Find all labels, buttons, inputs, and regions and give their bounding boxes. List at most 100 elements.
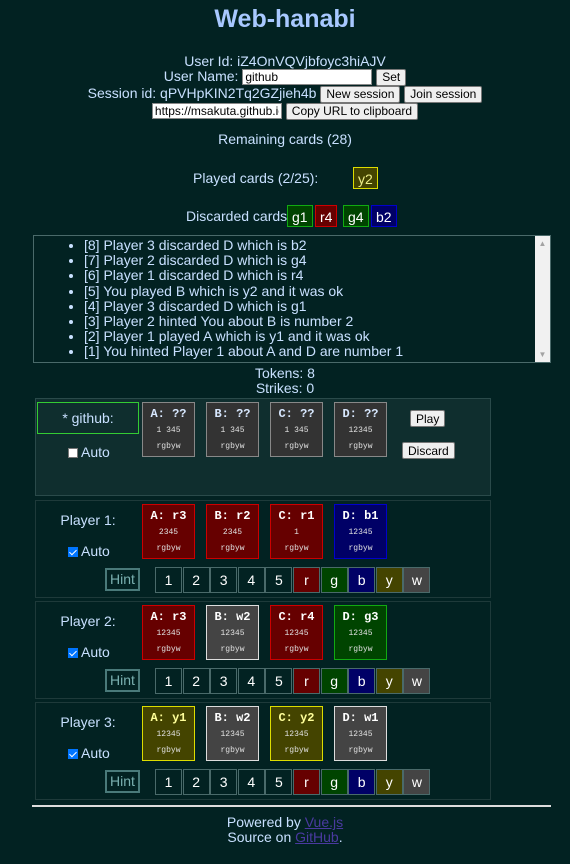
played-card: y2 bbox=[353, 167, 378, 189]
hand-card[interactable]: A: y1 12345 rgbyw bbox=[142, 706, 195, 761]
hint-key-b[interactable]: b bbox=[348, 567, 376, 593]
play-button[interactable]: Play bbox=[410, 410, 446, 427]
card-possible-numbers: 12345 bbox=[220, 629, 245, 638]
hint-key-2[interactable]: 2 bbox=[182, 668, 210, 694]
auto-checkbox[interactable] bbox=[68, 448, 78, 458]
scroll-down-icon[interactable]: ▼ bbox=[535, 347, 550, 362]
auto-checkbox[interactable] bbox=[68, 547, 78, 557]
auto-checkbox[interactable] bbox=[68, 749, 78, 759]
hint-key-y[interactable]: y bbox=[375, 567, 403, 593]
card-title: B: ?? bbox=[214, 407, 251, 421]
card-possible-numbers: 1 345 bbox=[220, 426, 245, 435]
log-entry: [8] Player 3 discarded D which is b2 bbox=[84, 237, 550, 253]
hint-key-1[interactable]: 1 bbox=[155, 769, 182, 795]
hint-button[interactable]: Hint bbox=[105, 770, 140, 793]
hint-key-r[interactable]: r bbox=[293, 769, 320, 795]
set-name-button[interactable]: Set bbox=[376, 68, 407, 86]
game-log-list: [8] Player 3 discarded D which is b2[7] … bbox=[34, 237, 550, 360]
auto-toggle[interactable]: Auto bbox=[68, 543, 110, 559]
hint-key-4[interactable]: 4 bbox=[237, 769, 265, 795]
card-possible-numbers: 12345 bbox=[348, 629, 373, 638]
join-session-button[interactable]: Join session bbox=[404, 85, 483, 103]
user-name-input[interactable] bbox=[242, 69, 373, 86]
hint-button[interactable]: Hint bbox=[105, 669, 140, 692]
powered-prefix: Powered by bbox=[226, 814, 305, 830]
vuejs-link[interactable]: Vue.js bbox=[305, 814, 343, 830]
card-possible-numbers: 12345 bbox=[284, 629, 309, 638]
hand-card[interactable]: D: b1 12345 rgbyw bbox=[334, 504, 387, 559]
hint-key-2[interactable]: 2 bbox=[182, 769, 210, 795]
card-possible-colors: rgbyw bbox=[220, 442, 245, 451]
hint-key-b[interactable]: b bbox=[348, 769, 376, 795]
hint-key-5[interactable]: 5 bbox=[265, 668, 293, 694]
hint-key-5[interactable]: 5 bbox=[265, 567, 293, 593]
scroll-up-icon[interactable]: ▲ bbox=[535, 236, 550, 251]
hint-button[interactable]: Hint bbox=[105, 568, 140, 591]
hint-key-w[interactable]: w bbox=[403, 668, 431, 694]
hand-card[interactable]: D: w1 12345 rgbyw bbox=[334, 706, 387, 761]
hand-card[interactable]: D: g3 12345 rgbyw bbox=[334, 605, 387, 660]
hint-key-5[interactable]: 5 bbox=[265, 769, 293, 795]
discarded-cards-label: Discarded cards: bbox=[186, 208, 292, 224]
card-possible-numbers: 12345 bbox=[284, 730, 309, 739]
source-on: Source on GitHub. bbox=[0, 829, 570, 846]
session-url-input[interactable] bbox=[151, 103, 282, 120]
hint-key-y[interactable]: y bbox=[375, 668, 403, 694]
card-title: D: w1 bbox=[342, 711, 379, 725]
hint-key-g[interactable]: g bbox=[320, 769, 348, 795]
hint-key-r[interactable]: r bbox=[293, 668, 320, 694]
hint-key-g[interactable]: g bbox=[320, 668, 348, 694]
card-possible-colors: rgbyw bbox=[348, 645, 373, 654]
auto-label: Auto bbox=[81, 543, 110, 559]
game-log[interactable]: [8] Player 3 discarded D which is b2[7] … bbox=[33, 235, 551, 363]
hint-key-3[interactable]: 3 bbox=[210, 567, 238, 593]
hand-card[interactable]: A: r3 12345 rgbyw bbox=[142, 605, 195, 660]
hand-card[interactable]: C: ?? 1 345 rgbyw bbox=[270, 402, 323, 457]
auto-toggle[interactable]: Auto bbox=[68, 644, 110, 660]
hint-key-3[interactable]: 3 bbox=[210, 769, 238, 795]
hint-key-w[interactable]: w bbox=[403, 567, 431, 593]
card-title: A: r3 bbox=[150, 610, 187, 624]
github-link[interactable]: GitHub bbox=[295, 829, 339, 845]
my-auto-toggle[interactable]: Auto bbox=[68, 444, 110, 460]
discard-button[interactable]: Discard bbox=[402, 442, 455, 459]
hand-card[interactable]: A: ?? 1 345 rgbyw bbox=[142, 402, 195, 457]
log-entry: [5] You played B which is y2 and it was … bbox=[84, 283, 550, 299]
hint-key-4[interactable]: 4 bbox=[237, 567, 265, 593]
hand-card[interactable]: B: w2 12345 rgbyw bbox=[206, 605, 259, 660]
hand-card[interactable]: C: r1 1 rgbyw bbox=[270, 504, 323, 559]
hint-key-3[interactable]: 3 bbox=[210, 668, 238, 694]
auto-toggle[interactable]: Auto bbox=[68, 745, 110, 761]
my-player-name[interactable]: * github: bbox=[37, 402, 139, 434]
hand-card[interactable]: C: y2 12345 rgbyw bbox=[270, 706, 323, 761]
hand-card[interactable]: B: r2 2345 rgbyw bbox=[206, 504, 259, 559]
card-possible-numbers: 12345 bbox=[348, 528, 373, 537]
hint-key-4[interactable]: 4 bbox=[237, 668, 265, 694]
hand-card[interactable]: A: r3 2345 rgbyw bbox=[142, 504, 195, 559]
hint-key-g[interactable]: g bbox=[320, 567, 348, 593]
hint-key-b[interactable]: b bbox=[348, 668, 376, 694]
card-possible-colors: rgbyw bbox=[284, 645, 309, 654]
copy-url-button[interactable]: Copy URL to clipboard bbox=[285, 102, 419, 120]
hint-key-w[interactable]: w bbox=[403, 769, 431, 795]
hint-key-2[interactable]: 2 bbox=[182, 567, 210, 593]
discarded-card: r4 bbox=[315, 205, 338, 227]
hand-card[interactable]: B: w2 12345 rgbyw bbox=[206, 706, 259, 761]
auto-checkbox[interactable] bbox=[68, 648, 78, 658]
hand-card[interactable]: C: r4 12345 rgbyw bbox=[270, 605, 323, 660]
card-title: C: ?? bbox=[278, 407, 315, 421]
hint-key-1[interactable]: 1 bbox=[155, 668, 182, 694]
hint-key-r[interactable]: r bbox=[293, 567, 320, 593]
hint-key-y[interactable]: y bbox=[375, 769, 403, 795]
card-possible-colors: rgbyw bbox=[284, 746, 309, 755]
log-scrollbar[interactable]: ▲ ▼ bbox=[535, 236, 550, 362]
user-name-row: User Name: Set bbox=[0, 68, 570, 86]
hint-key-1[interactable]: 1 bbox=[155, 567, 182, 593]
hand-card[interactable]: D: ?? 12345 rgbyw bbox=[334, 402, 387, 457]
remaining-cards: Remaining cards (28) bbox=[218, 131, 352, 147]
log-entry: [1] You hinted Player 1 about A and D ar… bbox=[84, 344, 550, 359]
hand-card[interactable]: B: ?? 1 345 rgbyw bbox=[206, 402, 259, 457]
new-session-button[interactable]: New session bbox=[320, 85, 401, 103]
discarded-card: b2 bbox=[371, 205, 397, 227]
card-title: D: ?? bbox=[342, 407, 379, 421]
